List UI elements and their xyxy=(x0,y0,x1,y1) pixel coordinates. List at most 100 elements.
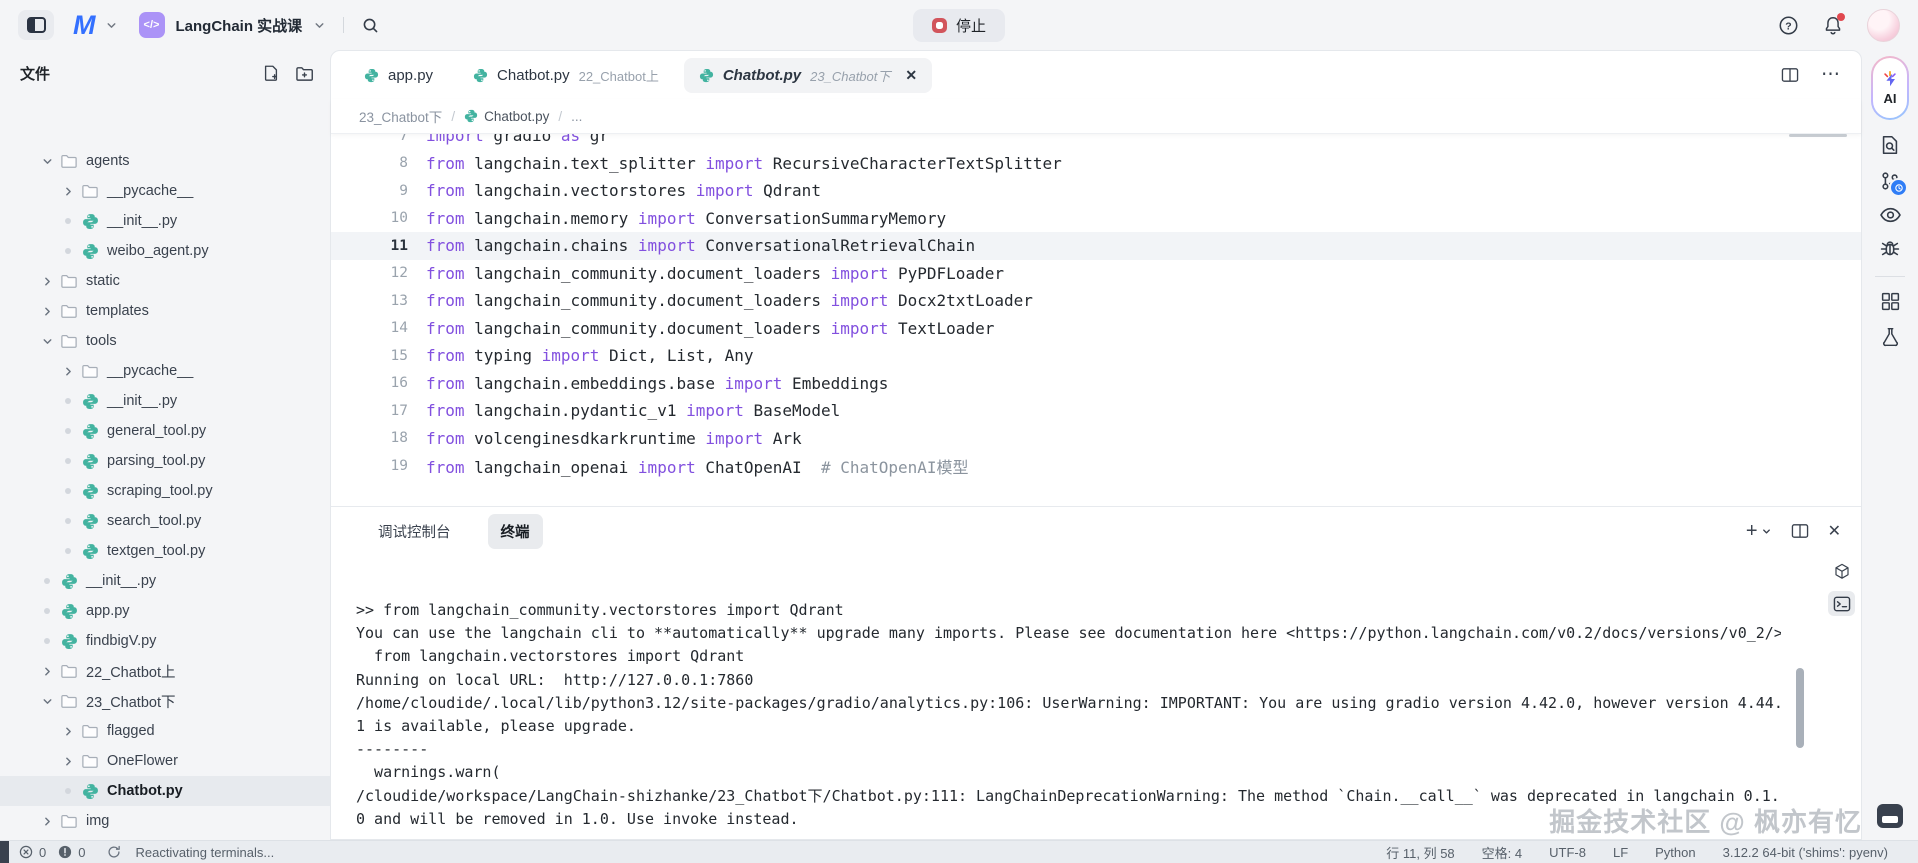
chevron-down-icon[interactable] xyxy=(38,155,56,168)
split-panel-icon[interactable] xyxy=(1791,523,1809,539)
tree-item-__init__.py[interactable]: __init__.py xyxy=(0,206,330,236)
stop-button[interactable]: 停止 xyxy=(913,9,1005,42)
code-text: from langchain.embeddings.base import Em… xyxy=(426,374,888,393)
code-line: 10from langchain.memory import Conversat… xyxy=(331,205,1861,233)
terminal-list-rail xyxy=(1828,559,1855,616)
code-editor[interactable]: 7import gradio as gr8from langchain.text… xyxy=(331,133,1861,506)
avatar[interactable] xyxy=(1867,9,1900,42)
tree-item-scraping_tool.py[interactable]: scraping_tool.py xyxy=(0,476,330,506)
tree-item-__init__.py[interactable]: __init__.py xyxy=(0,566,330,596)
editor-scrollbar-thumb[interactable] xyxy=(1789,134,1847,137)
extensions-grid-icon[interactable] xyxy=(1880,291,1901,312)
sidebar-toggle-button[interactable] xyxy=(18,10,54,40)
new-terminal-button[interactable]: + xyxy=(1746,521,1772,541)
terminal-scrollbar-thumb[interactable] xyxy=(1796,668,1804,748)
chevron-right-icon[interactable] xyxy=(59,755,77,768)
tree-item-tools[interactable]: tools xyxy=(0,326,330,356)
modified-dot xyxy=(59,398,77,404)
folder-icon xyxy=(80,723,100,739)
tree-item-search_tool.py[interactable]: search_tool.py xyxy=(0,506,330,536)
file-tree: agents__pycache____init__.pyweibo_agent.… xyxy=(0,146,330,840)
tree-item-__pycache__[interactable]: __pycache__ xyxy=(0,176,330,206)
chevron-down-icon[interactable] xyxy=(313,19,326,32)
tree-item-templates[interactable]: templates xyxy=(0,296,330,326)
editor-tab-Chatbot.py[interactable]: Chatbot.py22_Chatbot上 xyxy=(458,58,674,93)
tree-item-23_Chatbot下[interactable]: 23_Chatbot下 xyxy=(0,686,330,716)
file-search-icon[interactable] xyxy=(1879,134,1901,156)
breadcrumb-file[interactable]: Chatbot.py xyxy=(464,109,549,124)
file-explorer: 文件 agents__pycache____init__.pyweibo_age… xyxy=(0,50,330,840)
tree-item-22_Chatbot上[interactable]: 22_Chatbot上 xyxy=(0,656,330,686)
debug-bug-icon[interactable] xyxy=(1879,238,1901,260)
errors-icon[interactable] xyxy=(19,845,33,859)
chevron-down-icon[interactable] xyxy=(38,335,56,348)
status-eol[interactable]: LF xyxy=(1613,845,1628,860)
tree-item-general_tool.py[interactable]: general_tool.py xyxy=(0,416,330,446)
breadcrumb-more[interactable]: ... xyxy=(571,109,582,124)
toggle-panel-icon[interactable] xyxy=(1877,804,1903,828)
chevron-right-icon[interactable] xyxy=(59,365,77,378)
chevron-right-icon[interactable] xyxy=(59,185,77,198)
panel-tab-调试控制台[interactable]: 调试控制台 xyxy=(365,514,464,549)
panel-tab-终端[interactable]: 终端 xyxy=(488,514,543,549)
breadcrumb-separator: / xyxy=(451,109,455,124)
tree-item-OneFlower[interactable]: OneFlower xyxy=(0,746,330,776)
status-python-interpreter[interactable]: 3.12.2 64-bit ('shims': pyenv) xyxy=(1723,845,1888,860)
code-line: 17from langchain.pydantic_v1 import Base… xyxy=(331,397,1861,425)
editor-tab-Chatbot.py[interactable]: Chatbot.py23_Chatbot下✕ xyxy=(684,58,932,93)
help-icon[interactable]: ? xyxy=(1778,15,1799,36)
python-file-icon xyxy=(80,483,100,500)
tree-item-label: __pycache__ xyxy=(107,183,193,199)
chevron-right-icon[interactable] xyxy=(38,305,56,318)
notifications-bell-icon[interactable] xyxy=(1823,15,1843,36)
python-file-icon xyxy=(473,68,488,83)
tree-item-app.py[interactable]: app.py xyxy=(0,596,330,626)
search-icon[interactable] xyxy=(361,16,380,35)
status-encoding[interactable]: UTF-8 xyxy=(1549,845,1586,860)
chevron-right-icon[interactable] xyxy=(38,815,56,828)
terminal-instance-icon[interactable] xyxy=(1828,591,1855,616)
gradio-process-icon[interactable] xyxy=(1828,559,1855,584)
code-line: 13from langchain_community.document_load… xyxy=(331,287,1861,315)
status-cursor-position[interactable]: 行 11, 列 58 xyxy=(1386,843,1454,862)
chevron-right-icon[interactable] xyxy=(38,665,56,678)
chevron-right-icon[interactable] xyxy=(59,725,77,738)
tree-item-img[interactable]: img xyxy=(0,806,330,836)
chevron-right-icon[interactable] xyxy=(38,275,56,288)
line-number: 16 xyxy=(331,375,408,391)
close-tab-icon[interactable]: ✕ xyxy=(905,67,917,84)
tree-item-agents[interactable]: agents xyxy=(0,146,330,176)
breadcrumb-folder[interactable]: 23_Chatbot下 xyxy=(359,106,442,126)
new-folder-icon[interactable] xyxy=(295,65,314,82)
tree-item-__pycache__[interactable]: __pycache__ xyxy=(0,356,330,386)
remote-indicator[interactable] xyxy=(0,841,9,863)
tree-item-__init__.py[interactable]: __init__.py xyxy=(0,386,330,416)
tree-item-findbigV.py[interactable]: findbigV.py xyxy=(0,626,330,656)
terminal-line: /home/cloudide/.local/lib/python3.12/sit… xyxy=(356,692,1781,715)
chevron-down-icon[interactable] xyxy=(105,19,118,32)
top-bar: M </> LangChain 实战课 停止 ? xyxy=(0,0,1918,50)
tree-item-parsing_tool.py[interactable]: parsing_tool.py xyxy=(0,446,330,476)
tree-item-static[interactable]: static xyxy=(0,266,330,296)
tree-item-Chatbot.py[interactable]: Chatbot.py xyxy=(0,776,330,806)
tree-item-textgen_tool.py[interactable]: textgen_tool.py xyxy=(0,536,330,566)
split-editor-icon[interactable] xyxy=(1781,67,1799,83)
editor-tab-app.py[interactable]: app.py xyxy=(349,59,448,92)
source-control-icon[interactable] xyxy=(1879,170,1901,192)
tree-item-weibo_agent.py[interactable]: weibo_agent.py xyxy=(0,236,330,266)
terminal-output[interactable]: >> from langchain_community.vectorstores… xyxy=(356,599,1781,835)
tree-item-flagged[interactable]: flagged xyxy=(0,716,330,746)
more-actions-icon[interactable]: ⋯ xyxy=(1821,70,1841,80)
new-file-icon[interactable] xyxy=(262,64,280,82)
experiments-flask-icon[interactable] xyxy=(1880,326,1901,348)
ai-assistant-button[interactable]: AI xyxy=(1871,56,1909,120)
warnings-icon[interactable] xyxy=(58,845,72,859)
terminal-line: /cloudide/workspace/LangChain-shizhanke/… xyxy=(356,785,1781,808)
status-language-mode[interactable]: Python xyxy=(1655,845,1695,860)
chevron-down-icon[interactable] xyxy=(38,695,56,708)
marscode-logo-icon[interactable]: M xyxy=(73,12,94,39)
status-indentation[interactable]: 空格: 4 xyxy=(1482,843,1522,862)
project-title[interactable]: LangChain 实战课 xyxy=(176,15,303,36)
close-panel-icon[interactable]: ✕ xyxy=(1828,521,1841,541)
preview-eye-icon[interactable] xyxy=(1879,206,1902,224)
